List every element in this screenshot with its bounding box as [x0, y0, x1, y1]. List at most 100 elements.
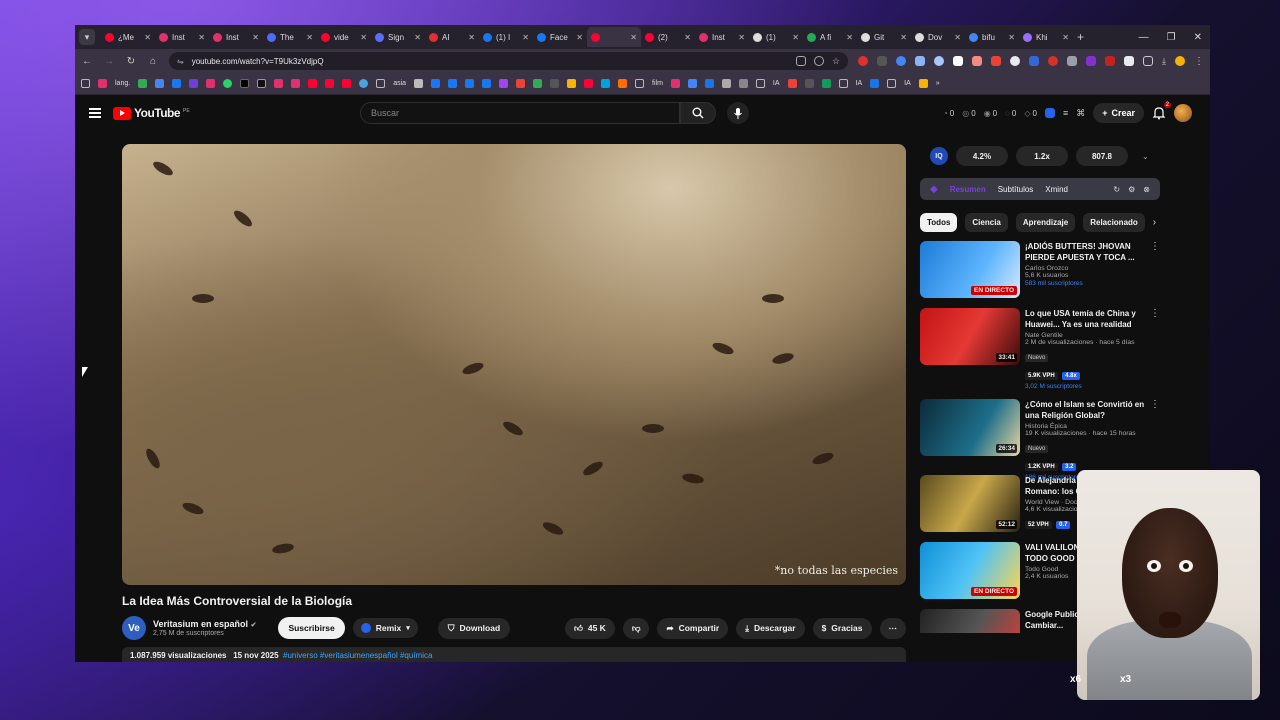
forward-icon[interactable]: →: [103, 56, 115, 67]
bookmark-icon[interactable]: [533, 79, 543, 88]
extension-record-icon[interactable]: [1048, 56, 1059, 66]
folder-icon[interactable]: [376, 79, 386, 88]
bookmark-icon[interactable]: [721, 79, 731, 88]
description-box[interactable]: 1.087.959 visualizaciones 15 nov 2025 #u…: [122, 647, 906, 662]
chip-learning[interactable]: Aprendizaje: [1015, 213, 1076, 232]
extension-lightblue-icon[interactable]: [915, 56, 926, 66]
facebook-icon[interactable]: [431, 79, 441, 88]
share-button[interactable]: ➦ Compartir: [657, 617, 729, 639]
download-ext-button[interactable]: ⛉ Download: [437, 617, 511, 639]
more-vert-icon[interactable]: ⋮: [1150, 308, 1160, 319]
video-thumbnail[interactable]: 33:41: [920, 308, 1020, 365]
tab-search-button[interactable]: ▾: [79, 29, 95, 45]
bookmark-ia-3[interactable]: IA: [904, 80, 911, 87]
close-window-icon[interactable]: ✕: [1194, 32, 1202, 43]
bookmark-icon[interactable]: [738, 79, 748, 88]
bookmark-icon[interactable]: [499, 79, 509, 88]
bookmark-ia-2[interactable]: IA: [856, 80, 863, 87]
extension-darkblue-icon[interactable]: [1029, 56, 1040, 66]
bookmark-ia[interactable]: IA: [773, 80, 780, 87]
gear-icon[interactable]: ⚙: [1128, 185, 1135, 194]
extension-disc-icon[interactable]: [1010, 56, 1021, 66]
channel-name[interactable]: Veritasium en español ✔: [153, 619, 256, 629]
extension-pin-icon[interactable]: [1067, 56, 1078, 66]
extension-puzzle-icon[interactable]: [1124, 56, 1135, 66]
subscribe-button[interactable]: Suscribirse: [278, 617, 345, 639]
bookmark-icon[interactable]: [670, 79, 680, 88]
bookmark-icon[interactable]: [601, 79, 611, 88]
browser-tab[interactable]: Inst ✕: [209, 27, 263, 47]
bookmark-icon[interactable]: [804, 79, 814, 88]
video-thumbnail[interactable]: [920, 609, 1020, 633]
tab-close-icon[interactable]: ✕: [360, 33, 367, 42]
bookmark-icon[interactable]: [787, 79, 797, 88]
apps-icon[interactable]: [81, 79, 90, 88]
address-bar[interactable]: ⇋ youtube.com/watch?v=T9Uk3zVdjpQ ☆: [169, 52, 849, 70]
browser-tab[interactable]: (1) I ✕: [479, 27, 533, 47]
bookmark-icon[interactable]: [687, 79, 697, 88]
recommendation-title[interactable]: ¡ADIÓS BUTTERS! JHOVAN PIERDE APUESTA Y …: [1025, 241, 1151, 263]
recommendation-channel[interactable]: Nate Gentile: [1025, 332, 1151, 339]
youtube-icon[interactable]: [308, 79, 318, 88]
iq-extension-icon[interactable]: [1044, 108, 1055, 118]
browser-tab[interactable]: (2) ✕: [641, 27, 695, 47]
extension-darkred-icon[interactable]: [1105, 56, 1116, 66]
xmind-tab[interactable]: Xmind: [1045, 185, 1068, 194]
browser-tab[interactable]: Inst ✕: [695, 27, 749, 47]
facebook-icon[interactable]: [448, 79, 458, 88]
video-player[interactable]: *no todas las especies: [122, 144, 906, 585]
browser-tab[interactable]: A fi ✕: [803, 27, 857, 47]
browser-tab[interactable]: The ✕: [263, 27, 317, 47]
tab-close-icon[interactable]: ✕: [738, 33, 745, 42]
chip-all[interactable]: Todos: [920, 213, 958, 232]
thanks-button[interactable]: $ Gracias: [812, 617, 872, 639]
x-icon[interactable]: [257, 79, 267, 88]
create-button[interactable]: + Crear: [1093, 103, 1144, 123]
close-icon[interactable]: ⊗: [1143, 185, 1150, 194]
tab-close-icon[interactable]: ✕: [522, 33, 529, 42]
browser-tab[interactable]: Inst ✕: [155, 27, 209, 47]
summary-tab[interactable]: Resumen: [950, 185, 986, 194]
browser-tab[interactable]: Face ✕: [533, 27, 587, 47]
tab-close-icon[interactable]: ✕: [1008, 33, 1015, 42]
cast-icon[interactable]: [795, 55, 806, 66]
extension-pink-icon[interactable]: [972, 56, 983, 66]
star-icon[interactable]: ☆: [832, 56, 840, 67]
back-icon[interactable]: ←: [81, 56, 93, 67]
instagram-icon[interactable]: [274, 79, 284, 88]
tab-close-icon[interactable]: ✕: [630, 33, 637, 42]
more-vert-icon[interactable]: ⋮: [1150, 241, 1160, 252]
restore-icon[interactable]: ❐: [1167, 32, 1176, 43]
eye-off-icon[interactable]: [813, 55, 824, 66]
bookmark-icon[interactable]: [821, 79, 831, 88]
bookmark-icon[interactable]: [567, 79, 577, 88]
tab-close-icon[interactable]: ✕: [900, 33, 907, 42]
chip-science[interactable]: Ciencia: [965, 213, 1008, 232]
tab-close-icon[interactable]: ✕: [792, 33, 799, 42]
bookmark-icon[interactable]: [870, 79, 880, 88]
iq-metric[interactable]: 807.8: [1076, 146, 1128, 166]
remix-button[interactable]: Remix ▾: [352, 618, 418, 638]
tab-close-icon[interactable]: ✕: [198, 33, 205, 42]
pin-icon[interactable]: ⌘: [1076, 108, 1085, 119]
browser-tab[interactable]: Dov ✕: [911, 27, 965, 47]
browser-tab[interactable]: ✕: [587, 27, 641, 47]
video-thumbnail[interactable]: 26:34: [920, 399, 1020, 456]
iq-metric[interactable]: 4.2%: [956, 146, 1008, 166]
bookmark-icon[interactable]: [172, 79, 182, 88]
new-tab-button[interactable]: +: [1077, 30, 1084, 44]
browser-tab[interactable]: (1) ✕: [749, 27, 803, 47]
hamburger-menu-icon[interactable]: [89, 106, 101, 121]
extension-blue-icon[interactable]: [896, 56, 907, 66]
youtube-icon[interactable]: [584, 79, 594, 88]
sidepanel-icon[interactable]: [1143, 56, 1154, 66]
facebook-icon[interactable]: [465, 79, 475, 88]
more-vert-icon[interactable]: ⋮: [1150, 399, 1160, 410]
hashtags[interactable]: #universo #veritasiumenespañol #química: [283, 651, 432, 660]
recommendation-item[interactable]: EN DIRECTO ¡ADIÓS BUTTERS! JHOVAN PIERDE…: [920, 241, 1160, 299]
browser-tab[interactable]: ¿Me ✕: [101, 27, 155, 47]
facebook-icon[interactable]: [482, 79, 492, 88]
recommendation-title[interactable]: Lo que USA temía de China y Huawei... Ya…: [1025, 308, 1151, 330]
search-button[interactable]: [680, 102, 716, 124]
bookmark-icon[interactable]: [414, 79, 424, 88]
